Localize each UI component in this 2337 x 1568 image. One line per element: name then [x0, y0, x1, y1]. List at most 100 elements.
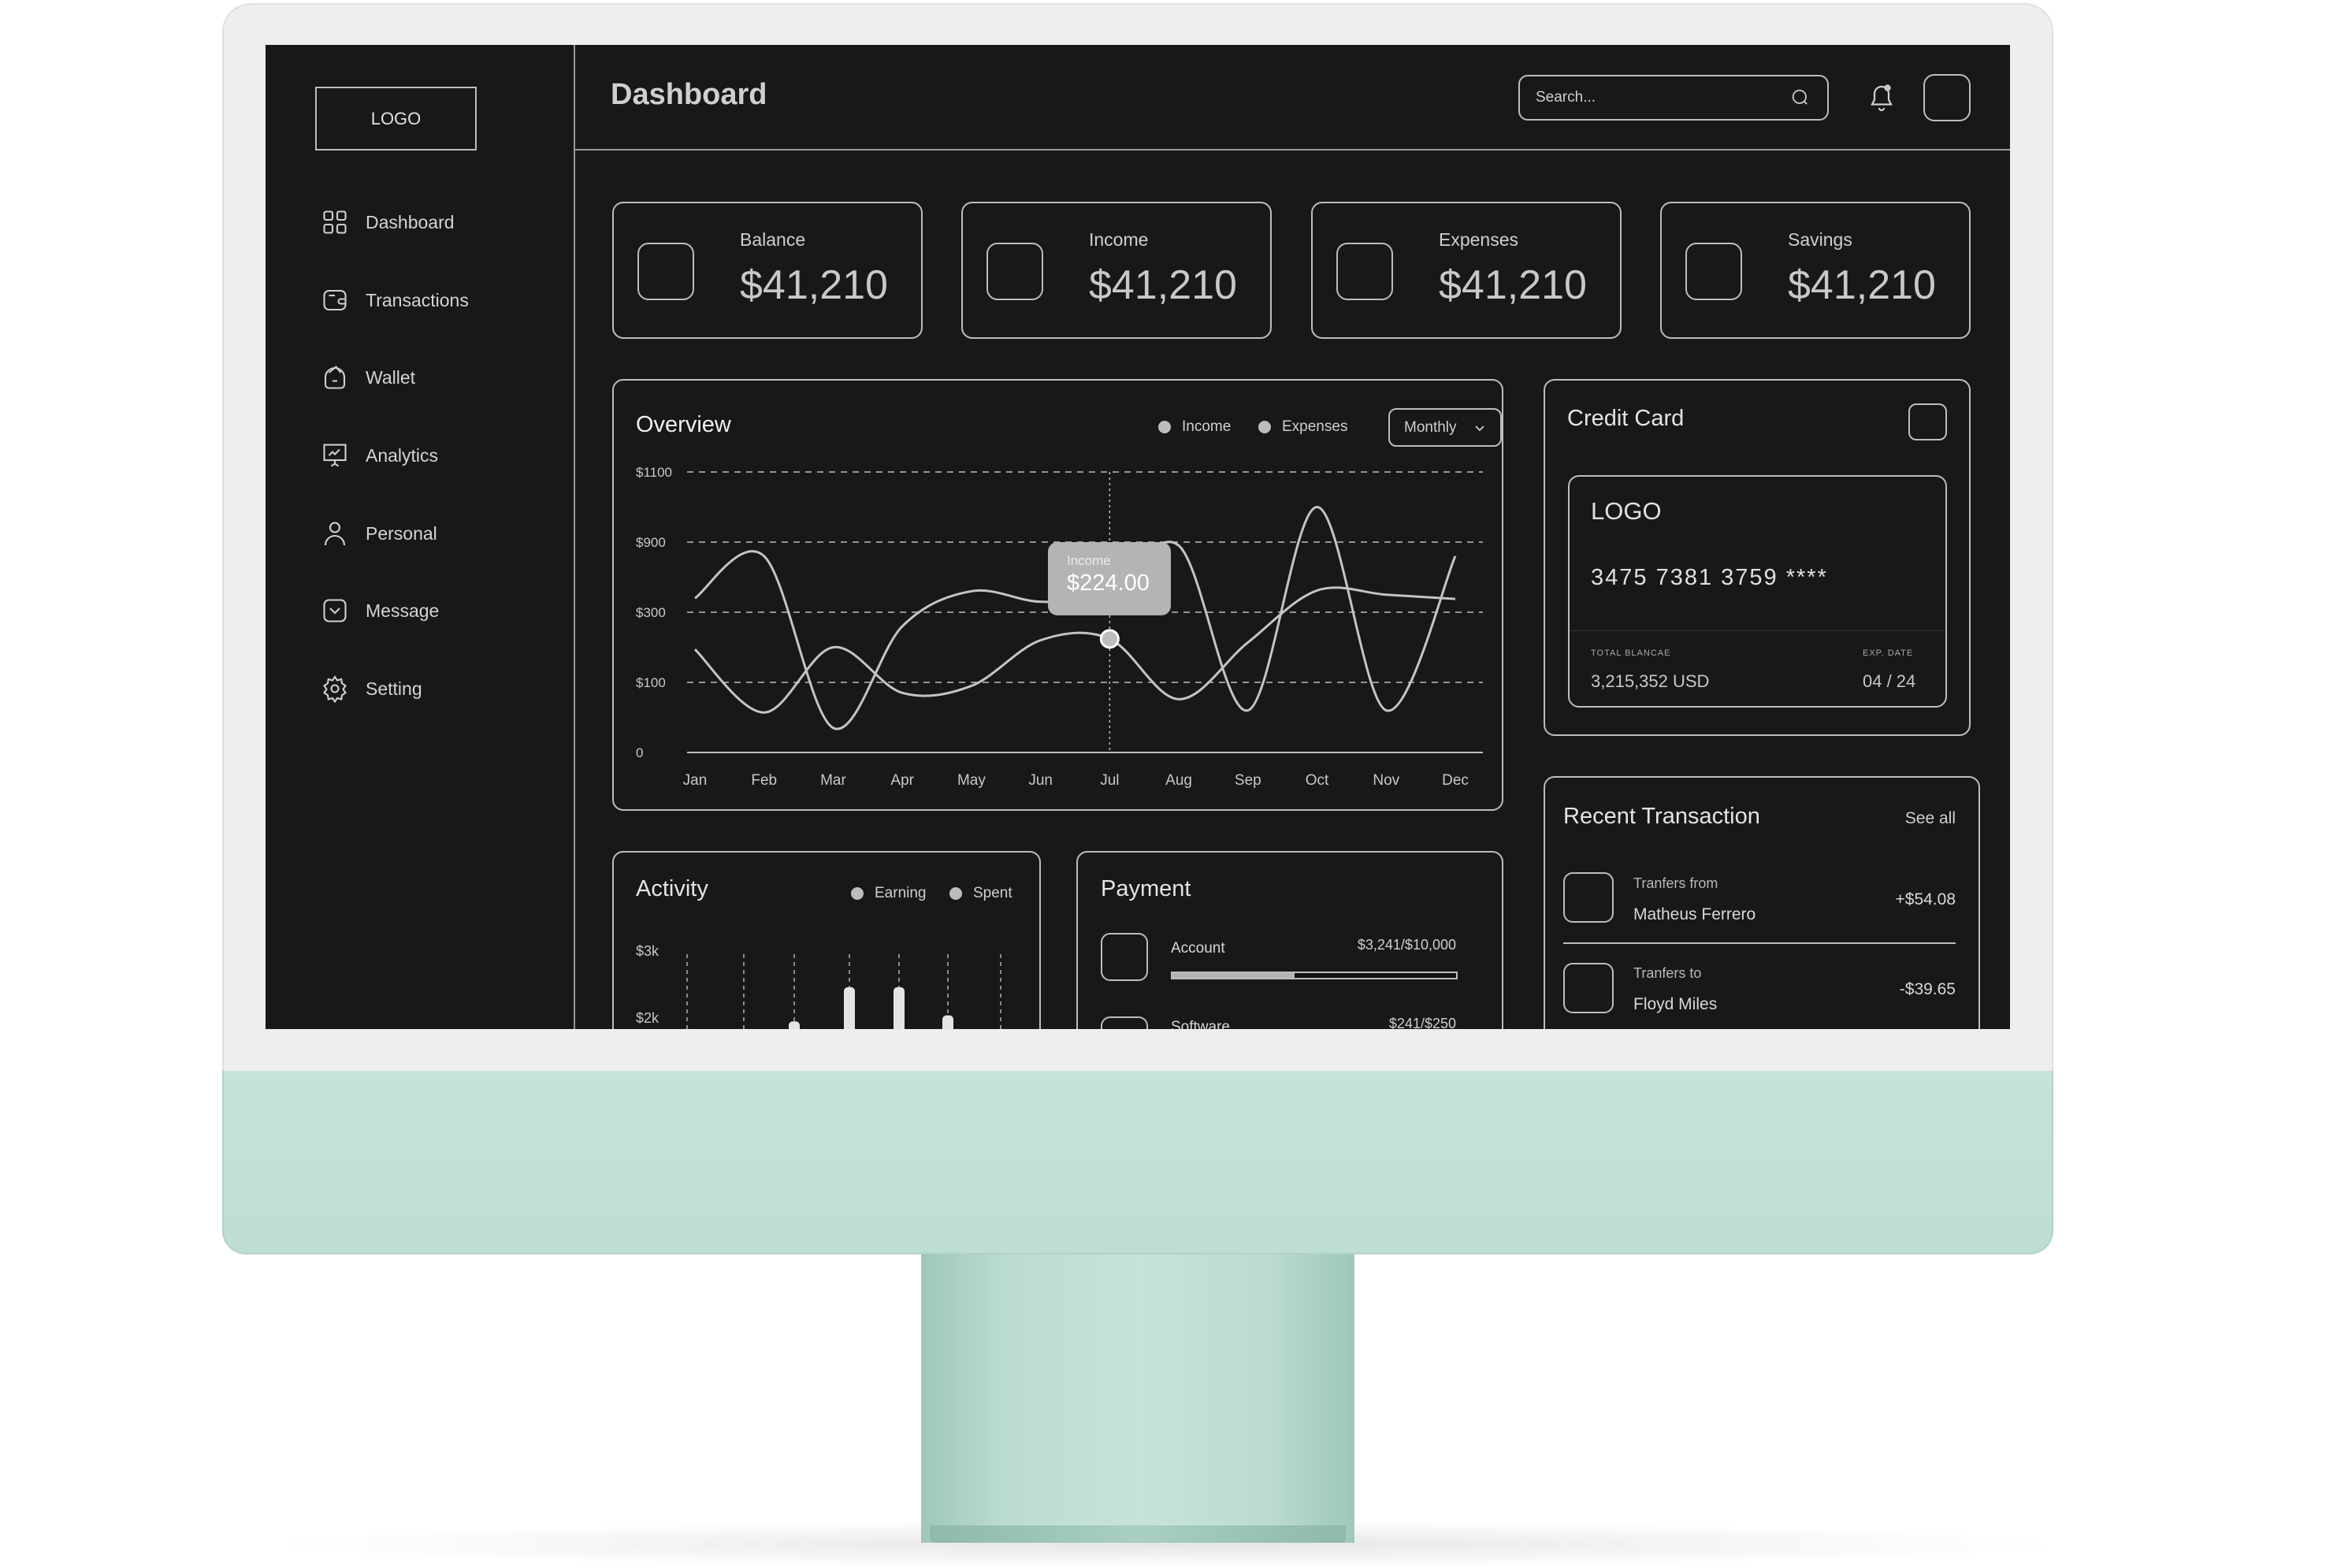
grid-icon [323, 210, 347, 234]
transaction-avatar [1563, 963, 1614, 1013]
transaction-name: Matheus Ferrero [1633, 905, 1756, 923]
x-tick-label: Dec [1442, 772, 1469, 789]
sidebar-item-wallet[interactable]: Wallet [321, 358, 415, 397]
payment-value: $3,241/$10,000 [1357, 937, 1456, 953]
sidebar-item-analytics[interactable]: Analytics [321, 436, 438, 475]
recent-transaction-panel: Recent Transaction See all Tranfers from… [1544, 776, 1980, 1029]
sidebar-item-message[interactable]: Message [321, 591, 439, 630]
x-tick-label: Feb [751, 772, 777, 789]
avatar[interactable] [1923, 74, 1971, 121]
stat-icon [1336, 243, 1393, 300]
activity-bar [894, 987, 905, 1029]
y-tick-label: $300 [636, 605, 666, 620]
payment-panel: Payment Account $3,241/$10,000 Software … [1076, 851, 1503, 1029]
sidebar-item-label: Transactions [366, 289, 469, 310]
stat-value: $41,210 [1788, 262, 1936, 308]
exp-value: 04 / 24 [1863, 671, 1916, 691]
payment-icon [1101, 933, 1148, 981]
payment-label: Software [1171, 1019, 1230, 1029]
x-tick-label: Jul [1100, 772, 1119, 789]
stat-label: Balance [740, 229, 806, 250]
credit-card-title: Credit Card [1567, 406, 1685, 431]
card-logo: LOGO [1591, 497, 1662, 525]
balance-value: 3,215,352 USD [1591, 671, 1710, 691]
sidebar-item-label: Message [366, 600, 440, 621]
sidebar-item-personal[interactable]: Personal [321, 514, 437, 553]
presentation-chart-icon [323, 444, 347, 467]
transaction-avatar [1563, 872, 1614, 923]
hover-point-marker [1099, 629, 1120, 649]
row-divider [1563, 942, 1956, 944]
activity-panel: Activity Earning Spent $3k $2k [612, 851, 1041, 1029]
payment-value: $241/$250 [1388, 1016, 1456, 1029]
stat-value: $41,210 [1439, 262, 1587, 308]
transaction-sub: Tranfers to [1633, 965, 1702, 981]
stat-card-balance: Balance $41,210 [612, 202, 923, 339]
gear-icon [323, 675, 347, 703]
transaction-amount: -$39.65 [1899, 980, 1956, 998]
x-tick-label: Nov [1373, 772, 1399, 789]
exp-label: EXP. DATE [1863, 648, 1914, 658]
x-tick-label: Aug [1165, 772, 1192, 789]
y-tick-label: 0 [636, 745, 643, 760]
balance-label: TOTAL BLANCAE [1591, 648, 1671, 658]
tooltip-value: $224.00 [1067, 570, 1150, 596]
stat-icon [986, 243, 1043, 300]
tooltip-label: Income [1067, 553, 1111, 568]
stat-value: $41,210 [740, 262, 888, 308]
payment-title: Payment [1101, 876, 1191, 901]
recent-title: Recent Transaction [1563, 804, 1760, 829]
stat-card-savings: Savings $41,210 [1660, 202, 1971, 339]
stat-card-expenses: Expenses $41,210 [1311, 202, 1622, 339]
payment-progress-bar [1171, 972, 1458, 979]
see-all-link[interactable]: See all [1905, 809, 1956, 828]
chart-tooltip: Income $224.00 [1048, 542, 1171, 615]
payment-label: Account [1171, 940, 1225, 957]
monitor-stand [921, 1245, 1354, 1543]
sidebar-item-transactions[interactable]: Transactions [321, 281, 469, 320]
dashboard-screen: LOGO Dashboard Transactions Wallet Analy… [266, 45, 2010, 1029]
stat-label: Savings [1788, 229, 1852, 250]
search-input[interactable]: Search... [1518, 75, 1829, 121]
stat-icon [637, 243, 694, 300]
y-tick-label: $1100 [636, 465, 672, 480]
payment-progress-fill [1172, 973, 1295, 978]
sidebar-item-dashboard[interactable]: Dashboard [321, 203, 455, 242]
card-number: 3475 7381 3759 **** [1591, 565, 1828, 590]
sidebar: LOGO Dashboard Transactions Wallet Analy… [266, 45, 575, 1029]
stat-card-income: Income $41,210 [961, 202, 1272, 339]
x-tick-label: Sep [1235, 772, 1261, 789]
transaction-amount: +$54.08 [1895, 890, 1956, 908]
x-tick-label: May [957, 772, 986, 789]
transaction-name: Floyd Miles [1633, 995, 1718, 1013]
activity-bar [789, 1021, 800, 1029]
credit-card[interactable]: LOGO 3475 7381 3759 **** TOTAL BLANCAE 3… [1568, 475, 1947, 708]
transaction-sub: Tranfers from [1633, 875, 1718, 891]
card-icon [323, 289, 347, 311]
sidebar-item-setting[interactable]: Setting [321, 669, 422, 708]
stat-label: Expenses [1439, 229, 1519, 250]
stat-label: Income [1089, 229, 1149, 250]
page-title: Dashboard [611, 78, 767, 111]
card-options-button[interactable] [1908, 403, 1947, 440]
activity-bar [942, 1015, 953, 1029]
search-placeholder: Search... [1536, 89, 1596, 106]
sidebar-item-label: Analytics [366, 444, 439, 466]
search-icon[interactable] [1789, 87, 1811, 109]
sidebar-item-label: Dashboard [366, 211, 455, 232]
y-tick-label: $900 [636, 535, 666, 550]
series-line-expenses [694, 505, 1457, 730]
x-tick-label: Oct [1306, 772, 1329, 789]
sidebar-item-label: Wallet [366, 366, 416, 388]
monitor-stand-foot [930, 1525, 1346, 1543]
y-tick-label: $3k [636, 943, 659, 959]
sidebar-item-label: Setting [366, 678, 422, 699]
bell-icon[interactable] [1867, 83, 1896, 114]
x-tick-label: Apr [890, 772, 914, 789]
x-tick-label: Jan [683, 772, 708, 789]
user-icon [324, 522, 346, 546]
monitor-chin [222, 1071, 2053, 1254]
activity-chart: $3k $2k [636, 943, 1001, 1029]
credit-card-panel: Credit Card LOGO 3475 7381 3759 **** TOT… [1544, 379, 1971, 736]
payment-icon [1101, 1016, 1148, 1029]
